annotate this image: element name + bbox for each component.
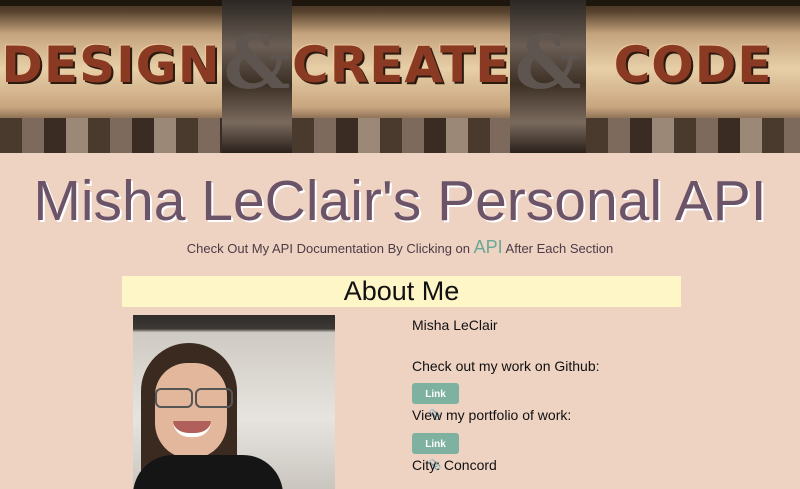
header-banner: DESIGN & CREATE & CODE	[0, 0, 800, 153]
banner-word-code: CODE	[613, 36, 773, 94]
photo-glasses	[147, 388, 235, 408]
api-link[interactable]: API	[474, 237, 503, 257]
banner-panel-code: CODE	[586, 0, 800, 153]
subtitle-text: Check Out My API Documentation By Clicki…	[186, 241, 470, 256]
banner-panel-create: CREATE	[292, 0, 510, 153]
banner-type-strip	[586, 118, 800, 153]
portfolio-text: View my portfolio of work:	[412, 407, 572, 423]
banner-word-design: DESIGN	[1, 36, 221, 94]
photo-face	[155, 363, 227, 459]
ampersand-type-icon: &	[514, 20, 582, 106]
portfolio-link-button[interactable]: Link 📎	[412, 433, 459, 471]
github-link-button[interactable]: Link 📎	[412, 383, 459, 421]
about-me-heading: About Me	[122, 276, 681, 307]
banner-separator: &	[510, 0, 586, 153]
profile-name: Misha LeClair	[412, 317, 498, 333]
subtitle-text-end: After Each Section	[505, 241, 614, 256]
page-subtitle: Check Out My API Documentation By Clicki…	[0, 236, 800, 260]
photo-shirt	[133, 455, 283, 489]
city-text: City: Concord	[412, 457, 497, 473]
banner-separator: &	[222, 0, 292, 153]
banner-frame	[586, 0, 800, 6]
banner-frame	[292, 0, 510, 6]
github-text: Check out my work on Github:	[412, 358, 600, 374]
banner-frame	[0, 0, 222, 6]
profile-photo	[133, 315, 335, 489]
banner-word-create: CREATE	[292, 36, 511, 94]
banner-panel-design: DESIGN	[0, 0, 222, 153]
page-title: Misha LeClair's Personal API	[33, 169, 767, 233]
banner-type-strip	[292, 118, 510, 153]
banner-type-strip	[0, 118, 222, 153]
ampersand-type-icon: &	[223, 20, 291, 106]
